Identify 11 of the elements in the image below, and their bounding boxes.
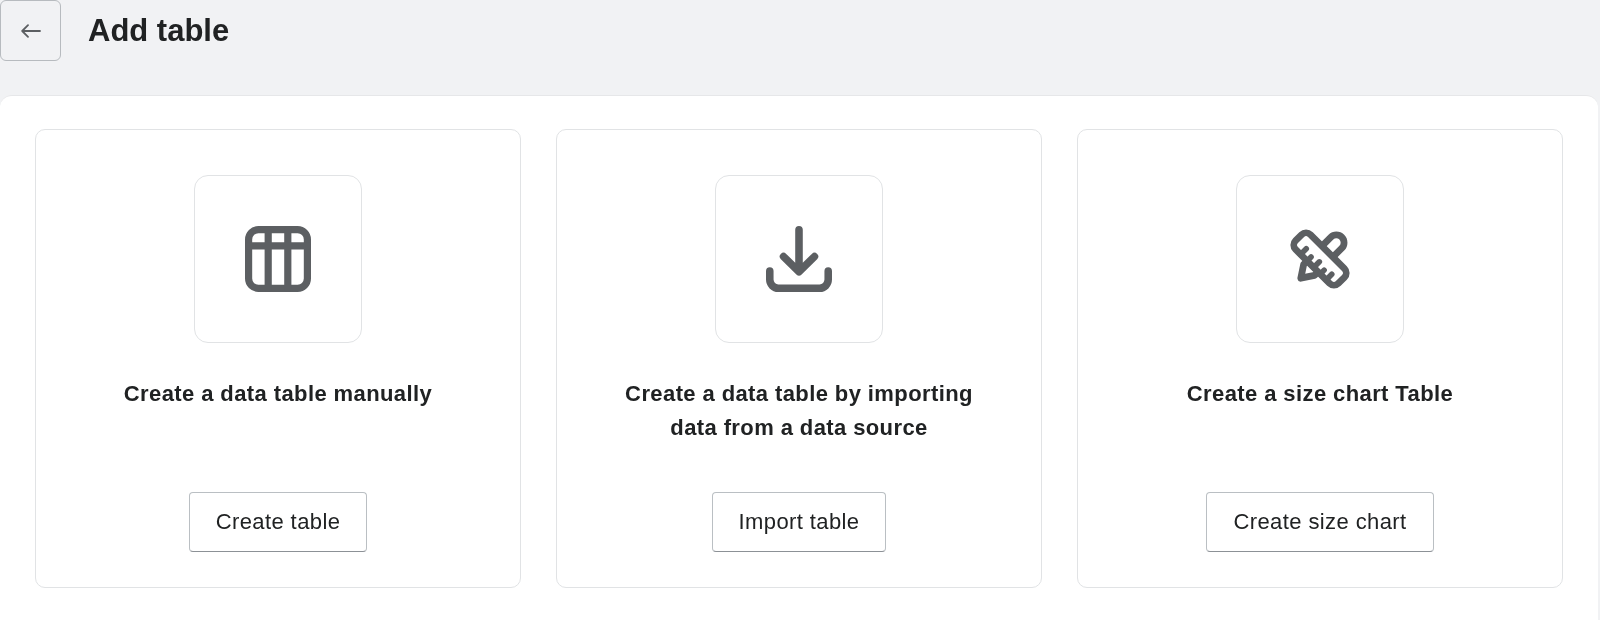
option-title: Create a size chart Table [1186,380,1454,408]
download-icon [766,226,832,292]
page-title: Add table [88,12,230,49]
option-title: Create a data table by importing data from a data source [624,380,974,442]
table-icon [245,226,311,292]
option-title: Create a data table manually [123,380,433,408]
option-button[interactable]: Create size chart [1206,492,1434,552]
back-button[interactable] [0,0,61,61]
arrow-left-icon [20,23,41,38]
option-button[interactable]: Import table [711,492,887,552]
option-button[interactable]: Create table [188,492,368,552]
